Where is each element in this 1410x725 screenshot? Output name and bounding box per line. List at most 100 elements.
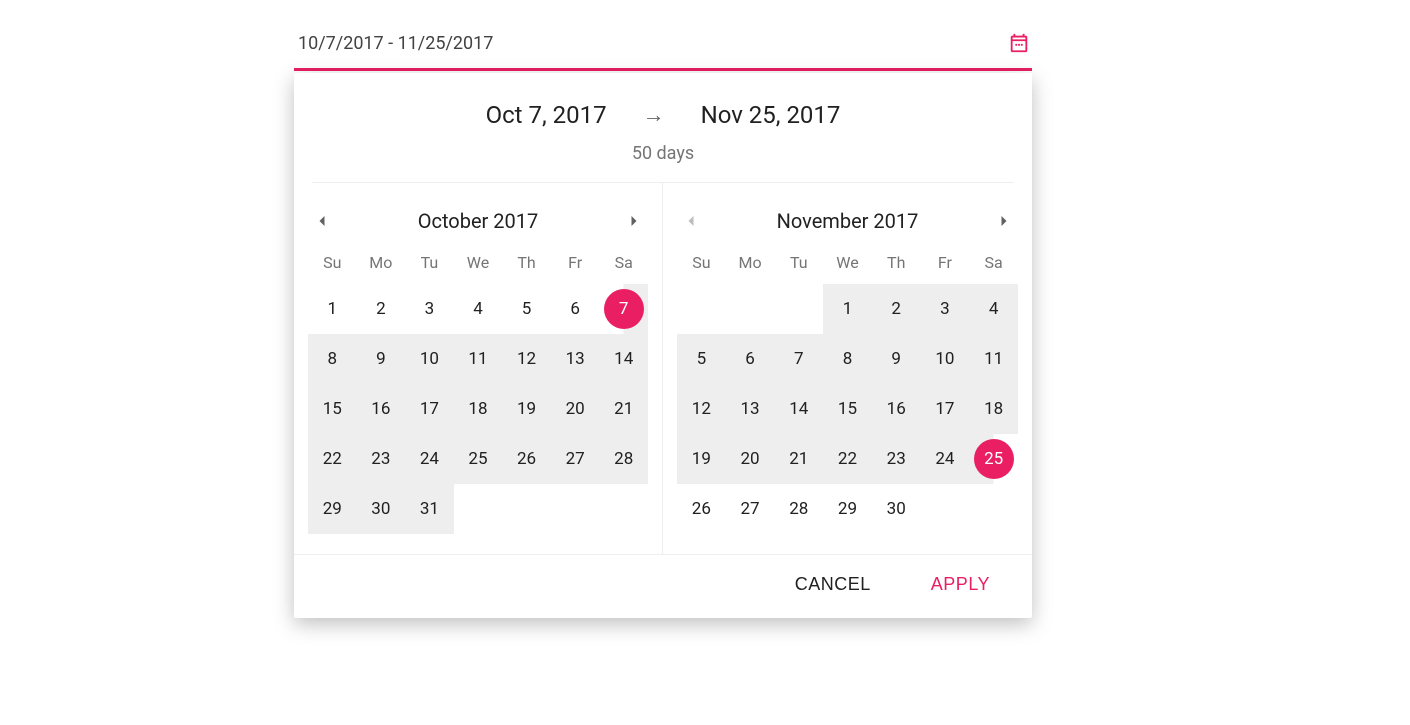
calendar-day[interactable]: 18 — [454, 384, 503, 434]
calendar-day[interactable]: 3 — [921, 284, 970, 334]
calendar-day[interactable]: 13 — [551, 334, 600, 384]
calendar-day-number: 2 — [876, 289, 916, 329]
calendar-day[interactable]: 15 — [823, 384, 872, 434]
calendar-day[interactable]: 21 — [774, 434, 823, 484]
calendar-day[interactable]: 20 — [726, 434, 775, 484]
calendar-day[interactable]: 7 — [774, 334, 823, 384]
calendar-day[interactable]: 31 — [405, 484, 454, 534]
calendar-day[interactable]: 4 — [454, 284, 503, 334]
chevron-left-icon — [312, 211, 332, 231]
weekday-header: Tu — [774, 243, 823, 284]
calendar-day-number: 1 — [827, 289, 867, 329]
calendar-day-number: 24 — [409, 439, 449, 479]
calendar-day-number: 27 — [555, 439, 595, 479]
calendar-day-number: 19 — [507, 389, 547, 429]
calendar-day[interactable]: 18 — [969, 384, 1018, 434]
calendar-day-number: 22 — [827, 439, 867, 479]
input-underline — [294, 68, 1032, 71]
calendar-day[interactable]: 14 — [599, 334, 648, 384]
calendar-day[interactable]: 6 — [726, 334, 775, 384]
calendar-day[interactable]: 1 — [308, 284, 357, 334]
calendar-day-number: 10 — [409, 339, 449, 379]
date-range-value: 10/7/2017 - 11/25/2017 — [298, 33, 493, 54]
actions-bar: CANCEL APPLY — [294, 554, 1032, 618]
next-month-button[interactable] — [620, 207, 648, 235]
calendar-day[interactable]: 3 — [405, 284, 454, 334]
calendar-day-number: 4 — [974, 289, 1014, 329]
calendar-day[interactable]: 26 — [677, 484, 726, 534]
calendar-day[interactable]: 25 — [454, 434, 503, 484]
apply-button[interactable]: APPLY — [925, 573, 996, 596]
calendar-day[interactable]: 7 — [599, 284, 648, 334]
calendar-day-number: 19 — [681, 439, 721, 479]
calendar-day-number: 3 — [925, 289, 965, 329]
calendar-day[interactable]: 11 — [454, 334, 503, 384]
calendar-day-number: 25 — [974, 439, 1014, 479]
calendar-day-number: 24 — [925, 439, 965, 479]
calendar-day[interactable]: 24 — [405, 434, 454, 484]
calendar-day[interactable]: 19 — [502, 384, 551, 434]
calendar-day[interactable]: 12 — [502, 334, 551, 384]
calendar-day[interactable]: 5 — [502, 284, 551, 334]
calendar-day[interactable]: 16 — [872, 384, 921, 434]
calendar-day[interactable]: 11 — [969, 334, 1018, 384]
calendar-day-number: 18 — [458, 389, 498, 429]
calendar-day[interactable]: 26 — [502, 434, 551, 484]
calendar-day[interactable]: 25 — [969, 434, 1018, 484]
calendar-day-number: 10 — [925, 339, 965, 379]
calendar-day[interactable]: 1 — [823, 284, 872, 334]
calendar-day-number: 15 — [312, 389, 352, 429]
date-range-input[interactable]: 10/7/2017 - 11/25/2017 — [294, 24, 1032, 68]
calendar-day[interactable]: 27 — [551, 434, 600, 484]
calendar-day[interactable]: 9 — [872, 334, 921, 384]
calendar-day[interactable]: 29 — [308, 484, 357, 534]
calendar-day-number: 30 — [876, 489, 916, 529]
calendar-day[interactable]: 14 — [774, 384, 823, 434]
calendar-day[interactable]: 8 — [823, 334, 872, 384]
calendar-day-number: 5 — [507, 289, 547, 329]
calendar-day-number: 26 — [507, 439, 547, 479]
next-month-button[interactable] — [990, 207, 1018, 235]
prev-month-button[interactable] — [308, 207, 336, 235]
calendar-day[interactable]: 2 — [357, 284, 406, 334]
calendar-day[interactable]: 22 — [823, 434, 872, 484]
calendar-day[interactable]: 22 — [308, 434, 357, 484]
calendar-day[interactable]: 10 — [921, 334, 970, 384]
calendar-day-number: 1 — [312, 289, 352, 329]
calendar-day[interactable]: 13 — [726, 384, 775, 434]
calendar-day[interactable]: 20 — [551, 384, 600, 434]
weekday-header: Mo — [357, 243, 406, 284]
weekday-header: Mo — [726, 243, 775, 284]
calendar-day[interactable]: 15 — [308, 384, 357, 434]
calendar-day[interactable]: 23 — [357, 434, 406, 484]
cancel-button[interactable]: CANCEL — [789, 573, 877, 596]
calendar-day-number: 6 — [555, 289, 595, 329]
calendar-day[interactable]: 2 — [872, 284, 921, 334]
calendar-day[interactable]: 30 — [872, 484, 921, 534]
calendar-day[interactable]: 30 — [357, 484, 406, 534]
calendar-day[interactable]: 5 — [677, 334, 726, 384]
calendar-day-number: 5 — [681, 339, 721, 379]
calendar-day-number: 14 — [604, 339, 644, 379]
calendar-day[interactable]: 19 — [677, 434, 726, 484]
calendar-day[interactable]: 28 — [774, 484, 823, 534]
calendar-day[interactable]: 17 — [405, 384, 454, 434]
calendar-day[interactable]: 12 — [677, 384, 726, 434]
calendar-day[interactable]: 24 — [921, 434, 970, 484]
calendar-day[interactable]: 28 — [599, 434, 648, 484]
calendar-day[interactable]: 29 — [823, 484, 872, 534]
calendar-day[interactable]: 10 — [405, 334, 454, 384]
calendar-day[interactable]: 9 — [357, 334, 406, 384]
calendar-blank — [677, 284, 726, 334]
weekday-header: Fr — [921, 243, 970, 284]
calendar-day[interactable]: 21 — [599, 384, 648, 434]
calendar-day-number: 28 — [779, 489, 819, 529]
calendar-day-number: 6 — [730, 339, 770, 379]
calendar-day[interactable]: 8 — [308, 334, 357, 384]
calendar-day[interactable]: 17 — [921, 384, 970, 434]
calendar-day[interactable]: 6 — [551, 284, 600, 334]
calendar-day[interactable]: 23 — [872, 434, 921, 484]
calendar-day[interactable]: 16 — [357, 384, 406, 434]
calendar-day[interactable]: 27 — [726, 484, 775, 534]
calendar-day[interactable]: 4 — [969, 284, 1018, 334]
